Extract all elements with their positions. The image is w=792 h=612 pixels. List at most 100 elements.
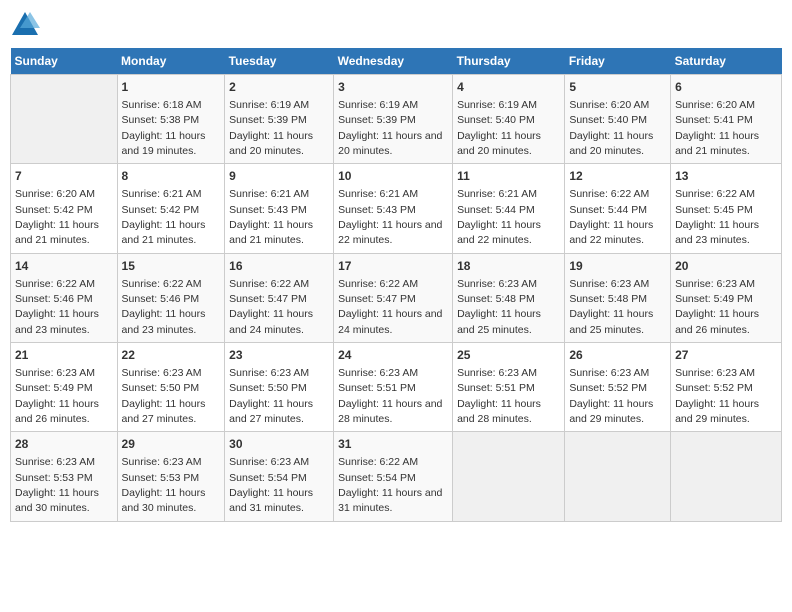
sunrise-info: Sunrise: 6:22 AM (229, 278, 309, 290)
calendar-cell (565, 432, 671, 521)
day-number: 21 (15, 347, 113, 364)
calendar-cell (671, 432, 782, 521)
calendar-cell: 25 Sunrise: 6:23 AM Sunset: 5:51 PM Dayl… (453, 343, 565, 432)
sunrise-info: Sunrise: 6:23 AM (457, 278, 537, 290)
calendar-cell: 22 Sunrise: 6:23 AM Sunset: 5:50 PM Dayl… (117, 343, 225, 432)
day-number: 27 (675, 347, 777, 364)
daylight-info: Daylight: 11 hours and 20 minutes. (229, 130, 313, 157)
day-number: 19 (569, 258, 666, 275)
calendar-cell (11, 75, 118, 164)
daylight-info: Daylight: 11 hours and 20 minutes. (569, 130, 653, 157)
daylight-info: Daylight: 11 hours and 23 minutes. (675, 219, 759, 246)
daylight-info: Daylight: 11 hours and 19 minutes. (122, 130, 206, 157)
day-number: 9 (229, 168, 329, 185)
calendar-cell: 28 Sunrise: 6:23 AM Sunset: 5:53 PM Dayl… (11, 432, 118, 521)
calendar-table: SundayMondayTuesdayWednesdayThursdayFrid… (10, 48, 782, 522)
daylight-info: Daylight: 11 hours and 25 minutes. (457, 308, 541, 335)
daylight-info: Daylight: 11 hours and 25 minutes. (569, 308, 653, 335)
daylight-info: Daylight: 11 hours and 24 minutes. (338, 308, 442, 335)
daylight-info: Daylight: 11 hours and 29 minutes. (675, 398, 759, 425)
sunrise-info: Sunrise: 6:21 AM (229, 188, 309, 200)
sunset-info: Sunset: 5:51 PM (338, 382, 416, 394)
sunrise-info: Sunrise: 6:19 AM (457, 99, 537, 111)
day-number: 28 (15, 436, 113, 453)
sunrise-info: Sunrise: 6:23 AM (229, 456, 309, 468)
day-number: 7 (15, 168, 113, 185)
sunset-info: Sunset: 5:52 PM (569, 382, 647, 394)
sunset-info: Sunset: 5:54 PM (229, 472, 307, 484)
calendar-cell: 13 Sunrise: 6:22 AM Sunset: 5:45 PM Dayl… (671, 164, 782, 253)
logo-icon (10, 10, 40, 40)
calendar-cell: 16 Sunrise: 6:22 AM Sunset: 5:47 PM Dayl… (225, 253, 334, 342)
sunrise-info: Sunrise: 6:20 AM (675, 99, 755, 111)
daylight-info: Daylight: 11 hours and 29 minutes. (569, 398, 653, 425)
day-number: 1 (122, 79, 221, 96)
calendar-cell: 9 Sunrise: 6:21 AM Sunset: 5:43 PM Dayli… (225, 164, 334, 253)
daylight-info: Daylight: 11 hours and 23 minutes. (15, 308, 99, 335)
day-number: 22 (122, 347, 221, 364)
daylight-info: Daylight: 11 hours and 30 minutes. (122, 487, 206, 514)
calendar-cell: 23 Sunrise: 6:23 AM Sunset: 5:50 PM Dayl… (225, 343, 334, 432)
sunset-info: Sunset: 5:46 PM (122, 293, 200, 305)
daylight-info: Daylight: 11 hours and 22 minutes. (569, 219, 653, 246)
day-number: 5 (569, 79, 666, 96)
sunset-info: Sunset: 5:50 PM (229, 382, 307, 394)
logo (10, 10, 44, 40)
day-number: 26 (569, 347, 666, 364)
sunrise-info: Sunrise: 6:22 AM (122, 278, 202, 290)
calendar-week-row: 7 Sunrise: 6:20 AM Sunset: 5:42 PM Dayli… (11, 164, 782, 253)
day-header-wednesday: Wednesday (334, 48, 453, 75)
sunset-info: Sunset: 5:50 PM (122, 382, 200, 394)
sunset-info: Sunset: 5:53 PM (15, 472, 93, 484)
calendar-cell: 20 Sunrise: 6:23 AM Sunset: 5:49 PM Dayl… (671, 253, 782, 342)
sunset-info: Sunset: 5:43 PM (229, 204, 307, 216)
daylight-info: Daylight: 11 hours and 21 minutes. (15, 219, 99, 246)
day-header-tuesday: Tuesday (225, 48, 334, 75)
day-number: 31 (338, 436, 448, 453)
calendar-cell: 1 Sunrise: 6:18 AM Sunset: 5:38 PM Dayli… (117, 75, 225, 164)
sunset-info: Sunset: 5:48 PM (569, 293, 647, 305)
calendar-cell: 24 Sunrise: 6:23 AM Sunset: 5:51 PM Dayl… (334, 343, 453, 432)
sunrise-info: Sunrise: 6:23 AM (122, 367, 202, 379)
sunset-info: Sunset: 5:39 PM (338, 114, 416, 126)
calendar-cell: 31 Sunrise: 6:22 AM Sunset: 5:54 PM Dayl… (334, 432, 453, 521)
sunset-info: Sunset: 5:42 PM (15, 204, 93, 216)
sunrise-info: Sunrise: 6:23 AM (15, 456, 95, 468)
daylight-info: Daylight: 11 hours and 30 minutes. (15, 487, 99, 514)
calendar-cell: 15 Sunrise: 6:22 AM Sunset: 5:46 PM Dayl… (117, 253, 225, 342)
calendar-cell: 7 Sunrise: 6:20 AM Sunset: 5:42 PM Dayli… (11, 164, 118, 253)
days-header-row: SundayMondayTuesdayWednesdayThursdayFrid… (11, 48, 782, 75)
day-number: 11 (457, 168, 560, 185)
day-number: 30 (229, 436, 329, 453)
daylight-info: Daylight: 11 hours and 21 minutes. (675, 130, 759, 157)
sunset-info: Sunset: 5:49 PM (675, 293, 753, 305)
calendar-cell: 2 Sunrise: 6:19 AM Sunset: 5:39 PM Dayli… (225, 75, 334, 164)
calendar-cell: 19 Sunrise: 6:23 AM Sunset: 5:48 PM Dayl… (565, 253, 671, 342)
day-number: 17 (338, 258, 448, 275)
daylight-info: Daylight: 11 hours and 21 minutes. (122, 219, 206, 246)
sunrise-info: Sunrise: 6:23 AM (229, 367, 309, 379)
day-number: 23 (229, 347, 329, 364)
sunset-info: Sunset: 5:43 PM (338, 204, 416, 216)
sunrise-info: Sunrise: 6:23 AM (569, 278, 649, 290)
sunrise-info: Sunrise: 6:23 AM (338, 367, 418, 379)
sunset-info: Sunset: 5:52 PM (675, 382, 753, 394)
calendar-cell: 8 Sunrise: 6:21 AM Sunset: 5:42 PM Dayli… (117, 164, 225, 253)
sunrise-info: Sunrise: 6:23 AM (675, 278, 755, 290)
daylight-info: Daylight: 11 hours and 22 minutes. (457, 219, 541, 246)
day-number: 4 (457, 79, 560, 96)
sunrise-info: Sunrise: 6:21 AM (338, 188, 418, 200)
calendar-week-row: 14 Sunrise: 6:22 AM Sunset: 5:46 PM Dayl… (11, 253, 782, 342)
daylight-info: Daylight: 11 hours and 23 minutes. (122, 308, 206, 335)
calendar-cell: 10 Sunrise: 6:21 AM Sunset: 5:43 PM Dayl… (334, 164, 453, 253)
calendar-week-row: 28 Sunrise: 6:23 AM Sunset: 5:53 PM Dayl… (11, 432, 782, 521)
daylight-info: Daylight: 11 hours and 22 minutes. (338, 219, 442, 246)
day-header-monday: Monday (117, 48, 225, 75)
day-number: 12 (569, 168, 666, 185)
daylight-info: Daylight: 11 hours and 28 minutes. (338, 398, 442, 425)
calendar-cell: 17 Sunrise: 6:22 AM Sunset: 5:47 PM Dayl… (334, 253, 453, 342)
sunset-info: Sunset: 5:44 PM (569, 204, 647, 216)
day-number: 25 (457, 347, 560, 364)
sunset-info: Sunset: 5:40 PM (457, 114, 535, 126)
calendar-cell: 5 Sunrise: 6:20 AM Sunset: 5:40 PM Dayli… (565, 75, 671, 164)
